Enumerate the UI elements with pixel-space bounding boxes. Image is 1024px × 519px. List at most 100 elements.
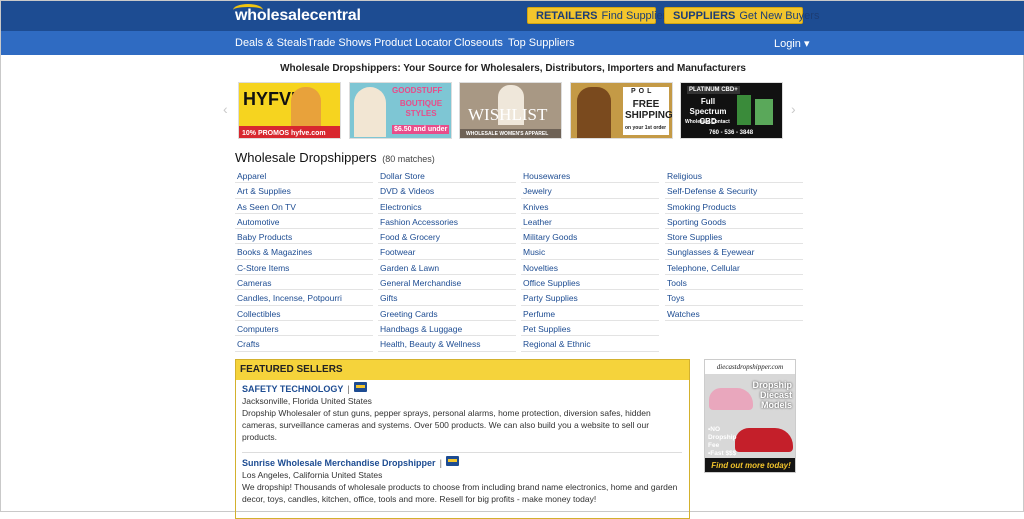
- category-link[interactable]: Tools: [665, 275, 803, 291]
- category-link[interactable]: Apparel: [235, 168, 373, 184]
- category-link[interactable]: Religious: [665, 168, 803, 184]
- banner-hyfve[interactable]: HYFVE 10% PROMOS hyfve.com: [238, 82, 341, 139]
- category-link[interactable]: Gifts: [378, 290, 516, 306]
- category-link[interactable]: Dollar Store: [378, 168, 516, 184]
- retailers-label: RETAILERS: [536, 9, 598, 22]
- category-link[interactable]: Collectibles: [235, 306, 373, 321]
- diecast-side-ad[interactable]: diecastdropshipper.com Dropship Diecast …: [704, 359, 796, 473]
- banner-hyfve-promo: 10% PROMOS hyfve.com: [242, 130, 326, 137]
- nav-deals-steals[interactable]: Deals & Steals: [235, 37, 307, 49]
- category-link[interactable]: Electronics: [378, 199, 516, 214]
- ad-url: diecastdropshipper.com: [705, 360, 795, 374]
- page-tagline: Wholesale Dropshippers: Your Source for …: [280, 63, 746, 74]
- category-link[interactable]: Sporting Goods: [665, 214, 803, 230]
- category-link[interactable]: Telephone, Cellular: [665, 260, 803, 276]
- banner-cbd-box: [755, 99, 773, 125]
- banner-goodstuff-title: GOODSTUFF: [392, 86, 443, 95]
- category-link[interactable]: Handbags & Luggage: [378, 321, 516, 337]
- banner-cbd-brand: PLATINUM CBD+: [687, 86, 740, 94]
- category-link[interactable]: Store Supplies: [665, 229, 803, 245]
- category-link[interactable]: Books & Magazines: [235, 244, 373, 260]
- category-link[interactable]: Computers: [235, 321, 373, 337]
- category-link[interactable]: Fashion Accessories: [378, 214, 516, 230]
- dropship-cart-icon[interactable]: [445, 456, 459, 466]
- seller-name-link[interactable]: SAFETY TECHNOLOGY: [242, 384, 343, 394]
- category-link[interactable]: DVD & Videos: [378, 183, 516, 199]
- ad-bullet-no-fee: •NO Dropship Fee: [708, 426, 737, 449]
- category-link[interactable]: Jewelry: [521, 183, 659, 199]
- category-column-4: Religious Self-Defense & Security Smokin…: [665, 168, 803, 321]
- category-link[interactable]: Health, Beauty & Wellness: [378, 336, 516, 352]
- seller-location: Jacksonville, Florida United States: [242, 396, 372, 406]
- category-link[interactable]: Automotive: [235, 214, 373, 230]
- ad-bullets: •NO Dropship Fee •Fast $$$: [708, 426, 738, 458]
- carousel-next-icon[interactable]: ›: [791, 101, 796, 117]
- category-link[interactable]: Smoking Products: [665, 199, 803, 214]
- banner-cbd-bottle: [737, 95, 751, 125]
- category-link[interactable]: Baby Products: [235, 229, 373, 245]
- seller-name-link[interactable]: Sunrise Wholesale Merchandise Dropshippe…: [242, 458, 436, 468]
- banner-goodstuff[interactable]: GOODSTUFF BOUTIQUE STYLES $6.50 and unde…: [349, 82, 452, 139]
- dropship-cart-icon[interactable]: [353, 382, 367, 392]
- category-link[interactable]: Food & Grocery: [378, 229, 516, 245]
- seller-description: We dropship! Thousands of wholesale prod…: [242, 482, 678, 504]
- banner-pol-model: [577, 87, 611, 138]
- category-link[interactable]: Housewares: [521, 168, 659, 184]
- banner-pol[interactable]: POL FREE SHIPPING on your 1st order: [570, 82, 673, 139]
- login-menu[interactable]: Login ▾: [774, 37, 810, 50]
- category-link[interactable]: Office Supplies: [521, 275, 659, 291]
- category-link[interactable]: Cameras: [235, 275, 373, 291]
- seller-description: Dropship Wholesaler of stun guns, pepper…: [242, 408, 651, 442]
- category-link[interactable]: Footwear: [378, 244, 516, 260]
- category-link[interactable]: Novelties: [521, 260, 659, 276]
- banner-wishlist[interactable]: WISHLIST WHOLESALE WOMEN'S APPAREL: [459, 82, 562, 139]
- category-link[interactable]: Garden & Lawn: [378, 260, 516, 276]
- retailers-find-suppliers-button[interactable]: RETAILERS Find Suppliers: [527, 7, 672, 24]
- featured-sellers-panel: FEATURED SELLERS SAFETY TECHNOLOGY | Jac…: [235, 359, 690, 519]
- suppliers-get-buyers-button[interactable]: SUPPLIERS Get New Buyers: [664, 7, 819, 24]
- featured-sellers-header: FEATURED SELLERS: [236, 360, 689, 380]
- banner-wishlist-sub: WHOLESALE WOMEN'S APPAREL: [466, 131, 549, 137]
- category-link[interactable]: Crafts: [235, 336, 373, 352]
- carousel-prev-icon[interactable]: ‹: [223, 101, 228, 117]
- banner-platinum-cbd[interactable]: PLATINUM CBD+ Full Spectrum CBD Wholesal…: [680, 82, 783, 139]
- category-link[interactable]: Regional & Ethnic: [521, 336, 659, 352]
- category-column-3: Housewares Jewelry Knives Leather Milita…: [521, 168, 659, 352]
- banner-cbd-sub: Wholesale Contact: [685, 119, 730, 125]
- seller-separator: |: [439, 458, 442, 468]
- nav-trade-shows[interactable]: Trade Shows: [307, 37, 371, 49]
- nav-closeouts[interactable]: Closeouts: [454, 37, 503, 49]
- nav-product-locator[interactable]: Product Locator: [374, 37, 452, 49]
- category-link[interactable]: Knives: [521, 199, 659, 214]
- retailers-action: Find Suppliers: [601, 9, 672, 22]
- banner-goodstuff-price: $6.50 and under: [392, 125, 450, 134]
- category-link[interactable]: Military Goods: [521, 229, 659, 245]
- category-link[interactable]: Party Supplies: [521, 290, 659, 306]
- category-link[interactable]: Sunglasses & Eyewear: [665, 244, 803, 260]
- main-nav: Deals & Steals Trade Shows Product Locat…: [1, 31, 1024, 55]
- ad-cta: Find out more today!: [705, 458, 795, 472]
- category-link[interactable]: Candles, Incense, Potpourri: [235, 290, 373, 306]
- suppliers-action: Get New Buyers: [739, 9, 820, 22]
- category-link[interactable]: Music: [521, 244, 659, 260]
- nav-top-suppliers[interactable]: Top Suppliers: [508, 37, 575, 49]
- category-link[interactable]: Toys: [665, 290, 803, 306]
- seller-divider: [242, 452, 682, 453]
- category-link[interactable]: General Merchandise: [378, 275, 516, 291]
- banner-goodstuff-model: [354, 87, 386, 137]
- red-car-image: [735, 428, 793, 452]
- category-link[interactable]: Art & Supplies: [235, 183, 373, 199]
- category-link[interactable]: Pet Supplies: [521, 321, 659, 337]
- category-link[interactable]: Watches: [665, 306, 803, 321]
- category-link[interactable]: C-Store Items: [235, 260, 373, 276]
- ad-bullet-fast: •Fast $$$: [708, 450, 737, 457]
- category-link[interactable]: As Seen On TV: [235, 199, 373, 214]
- banner-pol-title: FREE SHIPPING: [625, 99, 673, 121]
- category-link[interactable]: Greeting Cards: [378, 306, 516, 321]
- category-link[interactable]: Leather: [521, 214, 659, 230]
- category-link[interactable]: Self-Defense & Security: [665, 183, 803, 199]
- suppliers-label: SUPPLIERS: [673, 9, 736, 22]
- seller-location: Los Angeles, California United States: [242, 470, 383, 480]
- category-link[interactable]: Perfume: [521, 306, 659, 321]
- site-logo[interactable]: wholesalecentral: [233, 4, 361, 26]
